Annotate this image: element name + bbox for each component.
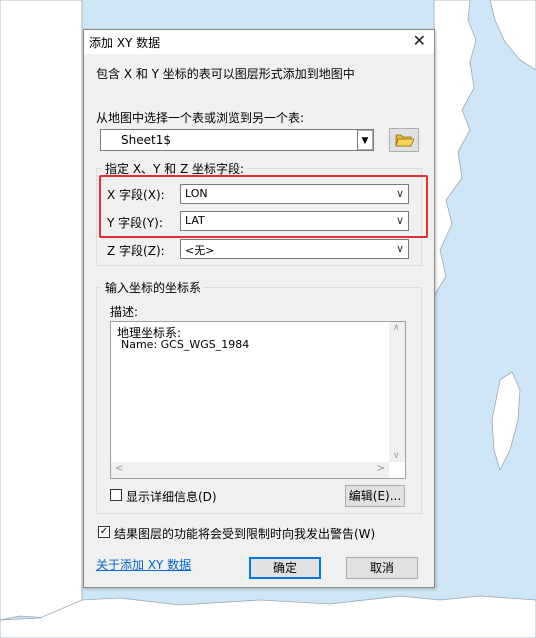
title-bar[interactable]: 添加 XY 数据 ✕ xyxy=(84,30,434,54)
add-xy-data-dialog: 添加 XY 数据 ✕ 包含 X 和 Y 坐标的表可以图层形式添加到地图中 从地图… xyxy=(83,29,435,588)
land-west xyxy=(0,0,83,621)
z-field-combobox[interactable]: <无> ∨ xyxy=(180,239,409,259)
vertical-scrollbar[interactable]: ∧ ∨ xyxy=(389,322,405,462)
coordinate-system-description[interactable]: 地理坐标系: Name: GCS_WGS_1984 ∧ ∨ < > xyxy=(110,321,406,479)
scroll-down-icon[interactable]: ∨ xyxy=(393,451,400,461)
coordinate-system-legend: 输入坐标的坐标系 xyxy=(102,279,205,296)
warn-checkbox[interactable]: ✓ xyxy=(98,526,110,538)
table-select-combobox[interactable]: Sheet1$ ▼ xyxy=(100,129,374,151)
scroll-right-icon[interactable]: > xyxy=(377,463,385,474)
edit-button[interactable]: 编辑(E)... xyxy=(345,485,405,507)
browse-button[interactable] xyxy=(389,128,419,152)
watermark-text: https://blog.csdn.net/Kyson_Mike xyxy=(312,617,526,632)
close-icon[interactable]: ✕ xyxy=(413,32,426,50)
chevron-down-icon: ∨ xyxy=(395,242,404,255)
dropdown-arrow-icon[interactable]: ▼ xyxy=(357,130,373,150)
cancel-button[interactable]: 取消 xyxy=(346,557,418,579)
description-text: 包含 X 和 Y 坐标的表可以图层形式添加到地图中 xyxy=(96,67,355,81)
z-field-label: Z 字段(Z): xyxy=(107,244,165,258)
description-label: 描述: xyxy=(110,305,139,319)
table-select-label: 从地图中选择一个表或浏览到另一个表: xyxy=(96,111,305,125)
desc-line-2: Name: GCS_WGS_1984 xyxy=(121,338,250,351)
about-add-xy-link[interactable]: 关于添加 XY 数据 xyxy=(96,556,191,573)
show-details-checkbox[interactable] xyxy=(110,489,122,501)
warn-label: 结果图层的功能将会受到限制时向我发出警告(W) xyxy=(114,527,376,541)
folder-open-icon xyxy=(395,134,415,147)
horizontal-scrollbar[interactable]: < > xyxy=(111,462,389,478)
scroll-up-icon[interactable]: ∧ xyxy=(393,323,400,333)
z-field-value: <无> xyxy=(185,244,215,257)
ok-button[interactable]: 确定 xyxy=(249,557,321,579)
window-title: 添加 XY 数据 xyxy=(89,36,161,50)
table-select-value: Sheet1$ xyxy=(121,133,171,147)
xy-fields-highlight xyxy=(99,175,428,238)
show-details-label: 显示详细信息(D) xyxy=(126,490,217,504)
scroll-left-icon[interactable]: < xyxy=(115,463,123,474)
